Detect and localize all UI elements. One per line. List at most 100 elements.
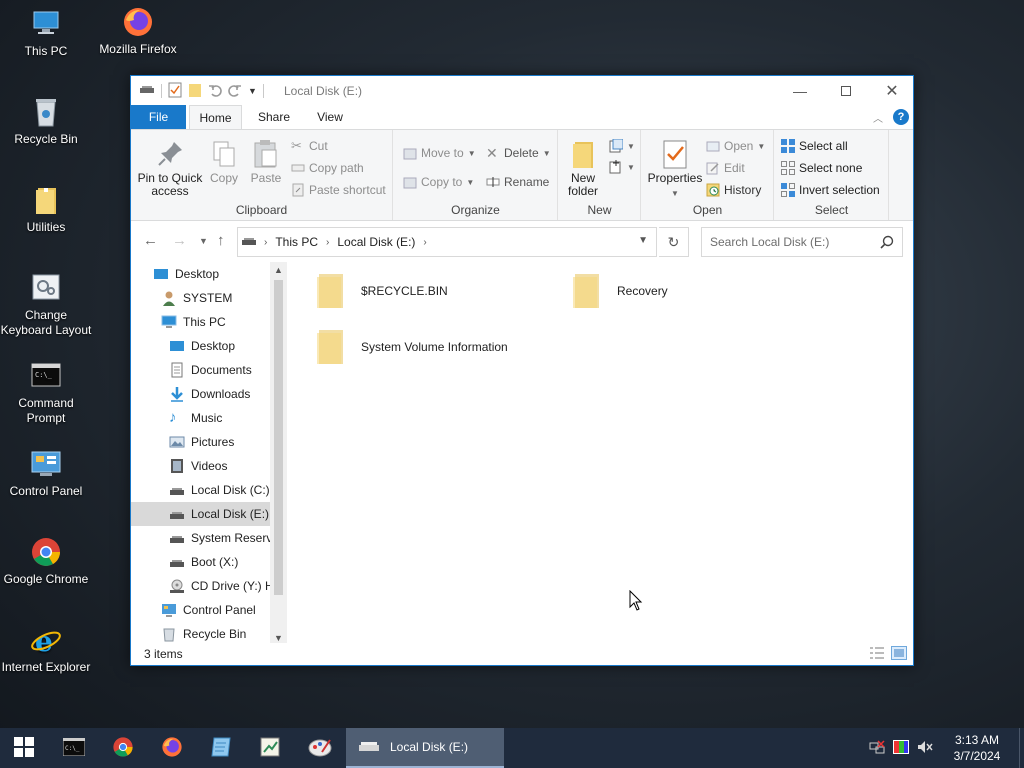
desktop-icon-this-pc[interactable]: This PC	[0, 8, 92, 59]
network-icon[interactable]	[869, 739, 885, 758]
search-input[interactable]	[702, 228, 872, 256]
select-none-button[interactable]: Select none	[781, 158, 862, 178]
close-button[interactable]: ✕	[869, 76, 915, 105]
search-icon[interactable]	[880, 235, 894, 252]
desktop-icon-utilities[interactable]: Utilities	[0, 184, 92, 235]
details-view-button[interactable]	[869, 646, 885, 660]
refresh-button[interactable]: ↻	[659, 227, 689, 257]
nav-item-downloads[interactable]: Downloads	[169, 382, 250, 406]
edit-button[interactable]: Edit	[706, 158, 745, 178]
file-item-recycle-bin-folder[interactable]: $RECYCLE.BIN	[315, 272, 448, 310]
scroll-up-button[interactable]: ▲	[270, 265, 287, 275]
forward-button[interactable]: →	[172, 232, 187, 249]
navigation-bar: ← → ▼ ↑ › This PC › Local Disk (E:) › ▼ …	[131, 222, 913, 260]
nav-item-desktop-folder[interactable]: Desktop	[169, 334, 235, 358]
nav-item-system-reserved[interactable]: System Reserved	[169, 526, 286, 550]
nav-item-pictures[interactable]: Pictures	[169, 430, 234, 454]
properties-button[interactable]: Properties ▼	[646, 138, 704, 200]
new-item-button[interactable]: ▼	[609, 136, 635, 156]
copy-button[interactable]: Copy	[207, 138, 241, 185]
file-item-recovery[interactable]: Recovery	[571, 272, 668, 310]
nav-item-videos[interactable]: Videos	[169, 454, 227, 478]
start-button[interactable]	[0, 728, 48, 768]
cut-button[interactable]: ✂ Cut	[291, 136, 328, 156]
large-icons-view-button[interactable]	[891, 646, 907, 660]
tab-view[interactable]: View	[305, 105, 355, 129]
address-history-dropdown[interactable]: ▼	[638, 235, 648, 246]
breadcrumb-local-disk-e[interactable]: Local Disk (E:)	[337, 235, 415, 249]
maximize-button[interactable]	[823, 76, 869, 105]
taskbar-notepad[interactable]	[197, 728, 245, 768]
undo-icon[interactable]	[208, 83, 222, 100]
copy-to-button[interactable]: Copy to ▼	[403, 172, 474, 192]
chevron-down-icon[interactable]: ▼	[248, 86, 257, 96]
nav-item-boot-x[interactable]: Boot (X:)	[169, 550, 238, 574]
nav-item-desktop[interactable]: Desktop	[153, 262, 219, 286]
taskbar-paint-tool[interactable]	[296, 728, 344, 768]
color-display-icon[interactable]	[893, 739, 909, 757]
nav-item-music[interactable]: ♪ Music	[169, 406, 222, 430]
taskbar-command-prompt[interactable]: C:\_	[50, 728, 98, 768]
nav-item-local-disk-c[interactable]: Local Disk (C:)	[169, 478, 270, 502]
rename-button[interactable]: Rename	[486, 172, 549, 192]
up-button[interactable]: ↑	[217, 232, 225, 249]
help-button[interactable]: ?	[893, 109, 909, 125]
new-folder-icon[interactable]	[188, 82, 202, 101]
back-button[interactable]: ←	[143, 232, 158, 249]
new-folder-button[interactable]: New folder	[565, 138, 601, 198]
nav-item-local-disk-e[interactable]: Local Disk (E:)	[131, 502, 270, 526]
desktop-icon-control-panel[interactable]: Control Panel	[0, 448, 92, 499]
tab-file[interactable]: File	[131, 105, 186, 129]
taskbar-firefox[interactable]	[148, 728, 196, 768]
scrollbar-thumb[interactable]	[274, 280, 283, 595]
show-desktop-button[interactable]	[1019, 728, 1024, 768]
collapse-ribbon-icon[interactable]: ︿	[873, 110, 883, 125]
nav-item-documents[interactable]: Documents	[169, 358, 252, 382]
file-name: $RECYCLE.BIN	[361, 284, 448, 298]
breadcrumb-separator[interactable]: ›	[326, 237, 329, 248]
chevron-down-icon: ▼	[671, 189, 679, 198]
address-bar[interactable]: › This PC › Local Disk (E:) › ▼	[237, 227, 657, 257]
move-to-button[interactable]: Move to ▼	[403, 143, 476, 163]
nav-item-cd-drive-y[interactable]: CD Drive (Y:) H	[169, 574, 274, 598]
scroll-down-button[interactable]: ▼	[270, 633, 287, 643]
taskbar-chrome[interactable]	[99, 728, 147, 768]
navigation-pane-scrollbar[interactable]: ▲ ▼	[270, 262, 287, 646]
pin-to-quick-access-button[interactable]: Pin to Quick access	[137, 138, 203, 198]
copy-path-button[interactable]: Copy path	[291, 158, 364, 178]
delete-button[interactable]: ✕ Delete ▼	[486, 143, 551, 163]
breadcrumb-separator[interactable]: ›	[264, 237, 267, 248]
breadcrumb-this-pc[interactable]: This PC	[275, 235, 318, 249]
tab-share[interactable]: Share	[248, 105, 300, 129]
open-button[interactable]: Open ▼	[706, 136, 765, 156]
nav-item-control-panel[interactable]: Control Panel	[161, 598, 256, 622]
taskbar-spreadsheet-editor[interactable]	[246, 728, 294, 768]
breadcrumb-separator[interactable]: ›	[423, 237, 426, 248]
desktop-icon-internet-explorer[interactable]: e Internet Explorer	[0, 624, 92, 675]
taskbar-file-explorer-window[interactable]: Local Disk (E:)	[346, 728, 504, 768]
clock[interactable]: 3:13 AM 3/7/2024	[943, 732, 1011, 764]
title-bar[interactable]: ▼ Local Disk (E:) — ✕	[131, 76, 913, 105]
minimize-button[interactable]: —	[777, 76, 823, 105]
desktop-icon-firefox[interactable]: Mozilla Firefox	[92, 6, 184, 57]
history-button[interactable]: History	[706, 180, 761, 200]
desktop-icon-google-chrome[interactable]: Google Chrome	[0, 536, 92, 587]
properties-icon[interactable]	[168, 82, 182, 101]
recent-locations-button[interactable]: ▼	[199, 236, 208, 246]
desktop-icon-command-prompt[interactable]: C:\_ Command Prompt	[0, 360, 92, 426]
ribbon-tabs: File Home Share View ︿ ?	[131, 105, 913, 130]
tab-home[interactable]: Home	[189, 105, 242, 130]
nav-item-this-pc[interactable]: This PC	[161, 310, 226, 334]
file-item-system-volume-information[interactable]: System Volume Information	[315, 328, 508, 366]
invert-selection-button[interactable]: Invert selection	[781, 180, 880, 200]
easy-access-button[interactable]: ▼	[609, 157, 635, 177]
select-all-button[interactable]: Select all	[781, 136, 848, 156]
nav-item-system[interactable]: SYSTEM	[161, 286, 232, 310]
desktop-icon-change-keyboard-layout[interactable]: Change Keyboard Layout	[0, 272, 92, 338]
volume-muted-icon[interactable]	[917, 740, 933, 757]
desktop-icon-recycle-bin[interactable]: Recycle Bin	[0, 96, 92, 147]
redo-icon[interactable]	[228, 83, 242, 100]
paste-shortcut-button[interactable]: Paste shortcut	[291, 180, 386, 200]
paste-button[interactable]: Paste	[249, 138, 283, 185]
search-box[interactable]	[701, 227, 903, 257]
